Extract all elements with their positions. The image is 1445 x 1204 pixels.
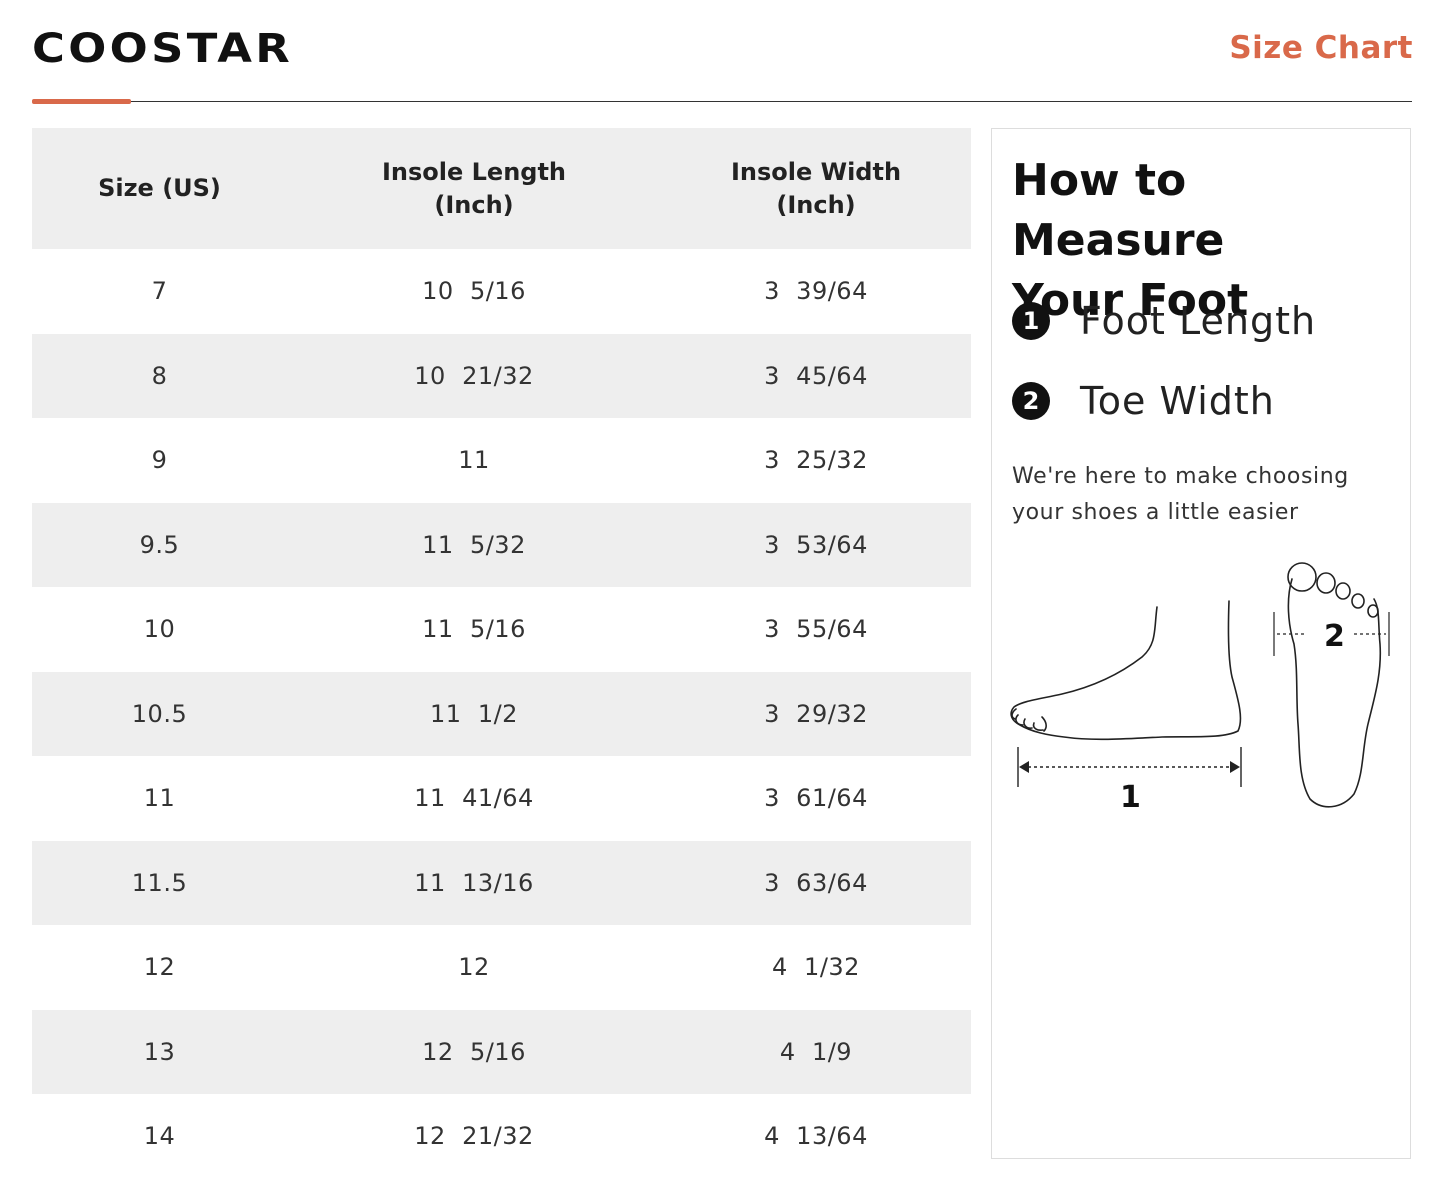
table-row: 14 12 21/32 4 13/64 <box>32 1094 971 1179</box>
cell-size: 9 <box>151 446 168 475</box>
cell-width: 3 25/32 <box>764 446 868 475</box>
cell-width: 4 1/9 <box>779 1037 853 1066</box>
cell-length: 12 21/32 <box>414 1122 534 1151</box>
cell-size: 10.5 <box>131 699 188 728</box>
step-label: Foot Length <box>1080 299 1317 343</box>
table-header: Size (US) Insole Length (Inch) Insole Wi… <box>32 128 971 249</box>
cell-width: 3 63/64 <box>764 868 868 897</box>
foot-sole-view-icon <box>1287 562 1382 808</box>
step-label: Toe Width <box>1080 379 1275 423</box>
cell-size: 7 <box>151 277 168 306</box>
cell-size: 13 <box>143 1037 176 1066</box>
table-row: 11 11 41/64 3 61/64 <box>32 756 971 841</box>
cell-length: 11 5/32 <box>422 530 526 559</box>
measure-guide-panel: How to Measure Your Foot 1 Foot Length 2… <box>991 128 1411 1159</box>
cell-length: 11 41/64 <box>414 784 534 813</box>
brand-logo: COOSTAR <box>32 26 294 72</box>
cell-width: 3 45/64 <box>764 361 868 390</box>
table-row: 8 10 21/32 3 45/64 <box>32 333 971 418</box>
cell-width: 4 13/64 <box>764 1122 868 1151</box>
table-row: 13 12 5/16 4 1/9 <box>32 1009 971 1094</box>
cell-width: 3 55/64 <box>764 615 868 644</box>
cell-length: 10 5/16 <box>422 277 526 306</box>
cell-width: 3 61/64 <box>764 784 868 813</box>
cell-length: 10 21/32 <box>414 361 534 390</box>
table-row: 12 12 4 1/32 <box>32 925 971 1010</box>
cell-length: 12 5/16 <box>422 1037 526 1066</box>
step-foot-length: 1 Foot Length <box>1012 299 1316 343</box>
foot-measure-diagram: 1 2 <box>1010 562 1390 815</box>
size-table: Size (US) Insole Length (Inch) Insole Wi… <box>32 128 971 1179</box>
cell-size: 10 <box>143 615 176 644</box>
foot-side-view-icon <box>1010 600 1242 741</box>
width-dimension-label: 2 <box>1324 619 1345 654</box>
cell-size: 8 <box>151 361 168 390</box>
table-row: 9 11 3 25/32 <box>32 418 971 503</box>
cell-size: 11 <box>143 784 176 813</box>
column-header-width: Insole Width (Inch) <box>730 157 902 219</box>
table-row: 7 10 5/16 3 39/64 <box>32 249 971 334</box>
cell-width: 3 29/32 <box>764 699 868 728</box>
table-row: 11.5 11 13/16 3 63/64 <box>32 840 971 925</box>
table-row: 9.5 11 5/32 3 53/64 <box>32 502 971 587</box>
cell-width: 4 1/32 <box>772 953 860 982</box>
length-dimension-label: 1 <box>1120 780 1141 815</box>
cell-size: 12 <box>143 953 176 982</box>
cell-length: 11 1/2 <box>430 699 518 728</box>
cell-size: 14 <box>143 1122 176 1151</box>
cell-length: 12 <box>458 953 490 982</box>
cell-length: 11 5/16 <box>422 615 526 644</box>
cell-width: 3 39/64 <box>764 277 868 306</box>
table-row: 10.5 11 1/2 3 29/32 <box>32 671 971 756</box>
cell-size: 11.5 <box>131 868 188 897</box>
step-number-badge: 2 <box>1012 382 1050 420</box>
panel-note: We're here to make choosing your shoes a… <box>1012 464 1349 525</box>
page-title: Size Chart <box>1229 30 1413 66</box>
cell-length: 11 13/16 <box>414 868 534 897</box>
step-number-badge: 1 <box>1012 302 1050 340</box>
column-header-length: Insole Length (Inch) <box>381 157 567 219</box>
column-header-size: Size (US) <box>98 174 221 202</box>
table-row: 10 11 5/16 3 55/64 <box>32 587 971 672</box>
cell-length: 11 <box>458 446 490 475</box>
header-divider <box>32 101 1412 102</box>
step-toe-width: 2 Toe Width <box>1012 379 1275 423</box>
table-body: 7 10 5/16 3 39/64 8 10 21/32 3 45/64 9 1… <box>32 249 971 1179</box>
header-divider-accent <box>32 99 131 104</box>
cell-size: 9.5 <box>139 530 180 559</box>
cell-width: 3 53/64 <box>764 530 868 559</box>
